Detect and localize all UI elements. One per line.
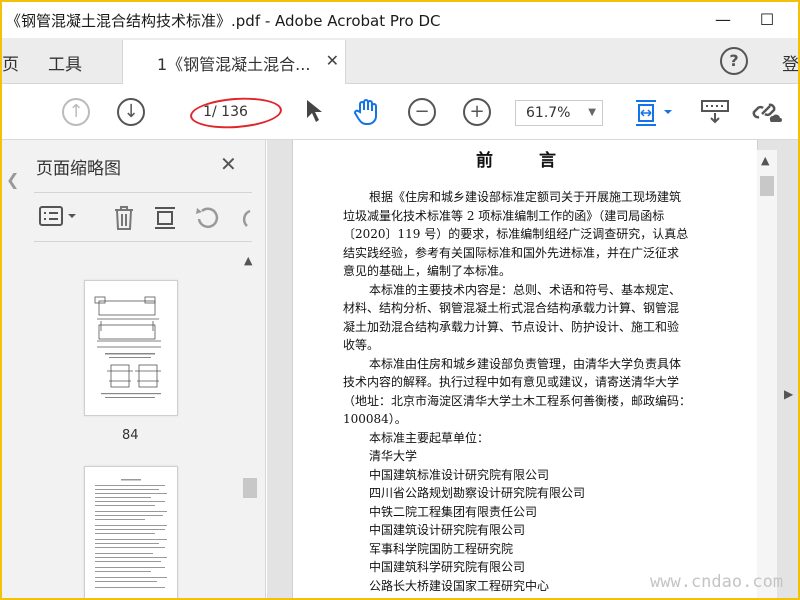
document-line: 根据《住房和城乡建设部标准定额司关于开展施工现场建筑: [369, 190, 682, 204]
panel-title: 页面缩略图: [36, 159, 121, 179]
document-line: 材料、结构分析、钢管混凝土桁式混合结构承载力计算、钢管混: [343, 301, 680, 315]
expand-right-pane-icon[interactable]: ▶: [784, 387, 793, 401]
document-line: 清华大学: [369, 449, 418, 463]
page-thumbnail[interactable]: [84, 280, 178, 416]
page-heading: 前 言: [476, 151, 576, 171]
panel-pointer-icon: ❮: [6, 170, 20, 189]
zoom-in-icon[interactable]: +: [463, 98, 491, 126]
options-menu-icon[interactable]: [38, 205, 78, 232]
zoom-out-icon[interactable]: −: [408, 98, 436, 126]
scroll-thumb[interactable]: [760, 176, 774, 196]
tab-close-icon[interactable]: ✕: [326, 51, 339, 70]
document-view[interactable]: 前 言 根据《住房和城乡建设部标准定额司关于开展施工现场建筑垃圾减量化技术标准等…: [267, 140, 798, 598]
tab-document[interactable]: 1《钢管混凝土混合... ✕: [122, 40, 346, 84]
select-tool-icon[interactable]: [304, 98, 324, 130]
document-line: 垃圾减量化技术标准等 2 项标准编制工作的函》（建司局函标: [343, 208, 665, 223]
previous-page-icon[interactable]: ↑: [62, 98, 90, 126]
document-line: 结实践经验，参考有关国际标准和国外先进标准，并在广泛征求: [343, 245, 680, 260]
document-line: 中国建筑标准设计研究院有限公司: [369, 467, 550, 482]
main-toolbar: ↑ ↓ 1 / 136 − + 61.7% ▼: [2, 84, 798, 140]
scroll-up-icon[interactable]: ▲: [244, 254, 252, 267]
watermark: www.cndao.com: [650, 572, 784, 592]
document-line: 100084）。: [343, 412, 407, 426]
document-line: （地址：北京市海淀区清华大学土木工程系何善衡楼，邮政编码：: [343, 393, 692, 408]
document-line: 中国建筑设计研究院有限公司: [369, 523, 526, 537]
hand-tool-icon[interactable]: [352, 98, 382, 132]
panel-close-icon[interactable]: ✕: [220, 152, 237, 176]
insert-page-icon[interactable]: [152, 205, 178, 236]
tab-home[interactable]: 页: [2, 50, 19, 75]
acrobat-window: 《钢管混凝土混合结构技术标准》.pdf - Adobe Acrobat Pro …: [2, 2, 798, 598]
rotate-counterclockwise-icon[interactable]: [194, 205, 220, 236]
maximize-button[interactable]: ☐: [752, 8, 782, 32]
document-scrollbar[interactable]: ▲: [757, 150, 777, 598]
tab-document-label: 1《钢管混凝土混合...: [157, 55, 311, 74]
tab-bar: 页 工具 1《钢管混凝土混合... ✕ ? 登: [2, 38, 798, 84]
keyboard-icon[interactable]: [700, 98, 730, 132]
zoom-level-value: 61.7%: [526, 105, 571, 121]
document-text: 根据《住房和城乡建设部标准定额司关于开展施工现场建筑垃圾减量化技术标准等 2 项…: [343, 188, 743, 595]
thumbnail-scrollbar[interactable]: ▲: [240, 254, 260, 584]
link-icon[interactable]: [750, 98, 782, 132]
title-bar: 《钢管混凝土混合结构技术标准》.pdf - Adobe Acrobat Pro …: [2, 2, 798, 38]
minimize-button[interactable]: —: [708, 8, 738, 32]
help-icon[interactable]: ?: [720, 47, 748, 75]
sign-in-button[interactable]: 登: [782, 50, 798, 75]
rotate-clockwise-icon[interactable]: [234, 205, 252, 236]
scroll-up-icon[interactable]: ▲: [761, 154, 769, 167]
delete-page-icon[interactable]: [112, 205, 136, 236]
page-display-icon[interactable]: [634, 98, 674, 134]
document-line: 本标准的主要技术内容是：总则、术语和符号、基本规定、: [369, 282, 682, 297]
window-title: 《钢管混凝土混合结构技术标准》.pdf - Adobe Acrobat Pro …: [6, 12, 441, 30]
document-line: 凝土加劲混合结构承载力计算、节点设计、防护设计、施工和验: [343, 319, 680, 334]
thumbnail-list[interactable]: 84: [2, 252, 264, 598]
document-line: 收等。: [343, 338, 380, 352]
document-line: 本标准由住房和城乡建设部负责管理，由清华大学负责具体: [369, 356, 682, 371]
chevron-down-icon: ▼: [588, 107, 596, 118]
scroll-thumb[interactable]: [243, 478, 257, 498]
document-line: 军事科学院国防工程研究院: [369, 541, 514, 556]
next-page-icon[interactable]: ↓: [117, 98, 145, 126]
thumbnails-panel: ❮ 页面缩略图 ✕ 84 ▲: [2, 140, 266, 598]
document-line: 意见的基础上，编制了本标准。: [343, 264, 512, 278]
document-page: 前 言 根据《住房和城乡建设部标准定额司关于开展施工现场建筑垃圾减量化技术标准等…: [292, 140, 758, 598]
document-line: 〔2020〕119 号）的要求，标准编制组经广泛调查研究，认真总: [343, 227, 689, 241]
thumbnail-page-number: 84: [122, 428, 139, 443]
panel-toolbar: [34, 192, 252, 242]
tab-tools[interactable]: 工具: [48, 50, 82, 75]
page-thumbnail[interactable]: [84, 466, 178, 598]
document-line: 本标准主要起草单位：: [369, 430, 490, 445]
document-line: 中铁二院工程集团有限责任公司: [369, 504, 538, 519]
document-line: 技术内容的解释。执行过程中如有意见或建议，请寄送清华大学: [343, 375, 680, 389]
zoom-level-select[interactable]: 61.7% ▼: [515, 100, 603, 126]
document-line: 四川省公路规划勘察设计研究院有限公司: [369, 486, 586, 500]
